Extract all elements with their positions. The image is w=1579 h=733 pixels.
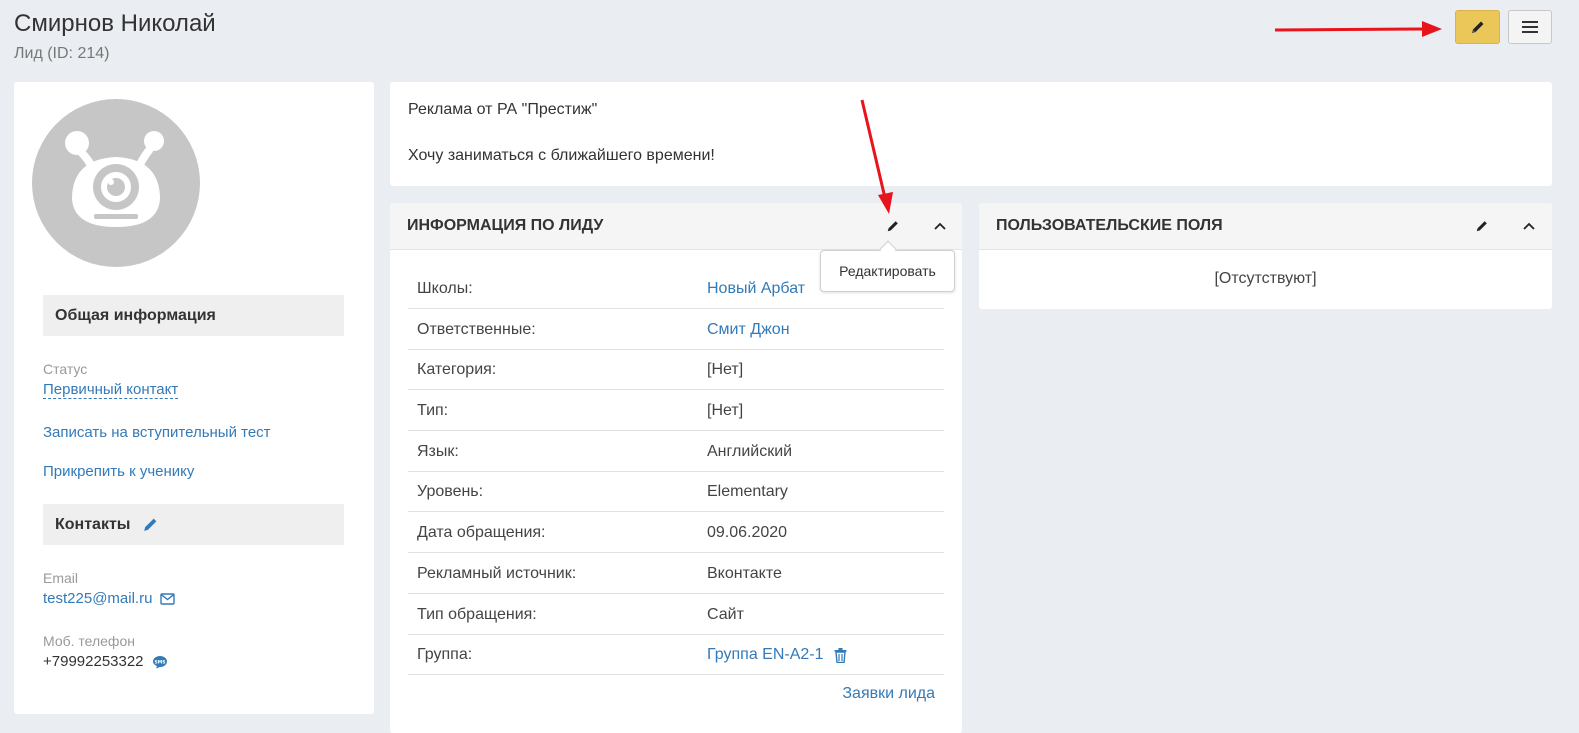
arrow-to-lead-edit-icon [860,99,893,214]
arrow-to-edit-button-icon [1274,21,1442,37]
annotation-arrows [860,21,1442,214]
